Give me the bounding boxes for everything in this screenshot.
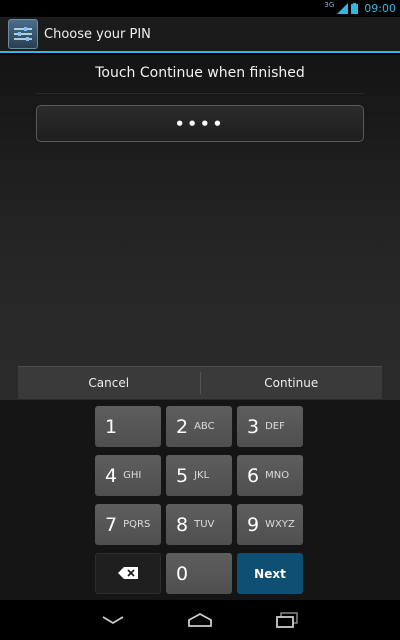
divider [36,93,364,94]
key-1[interactable]: 1 [95,406,161,447]
instruction-text: Touch Continue when finished [95,65,305,81]
home-icon[interactable] [180,605,220,635]
action-bar: Choose your PIN [0,17,400,53]
button-bar: Cancel Continue [18,366,382,399]
clock: 09:00 [364,2,396,15]
status-bar: 3G 09:00 [0,0,400,17]
pin-input[interactable]: •••• [36,105,364,142]
key-8[interactable]: 8 TUV [166,504,232,545]
key-4[interactable]: 4 GHI [95,455,161,496]
key-7[interactable]: 7 PQRS [95,504,161,545]
main-content: Touch Continue when finished •••• [0,55,400,400]
network-type: 3G [324,0,335,9]
numeric-keypad: 1 2 ABC 3 DEF 4 GHI 5 JKL 6 MNO 7 PQRS 8 TUV 9W… [0,400,400,600]
key-6[interactable]: 6 MNO [237,455,303,496]
cancel-button[interactable]: Cancel [18,367,200,399]
back-icon[interactable] [93,605,133,635]
backspace-key[interactable] [95,553,161,594]
key-9[interactable]: 9 WXYZ [237,504,303,545]
key-2[interactable]: 2 ABC [166,406,232,447]
key-0[interactable]: 0 [166,553,232,594]
page-title: Choose your PIN [44,26,151,42]
signal-icon [337,3,349,14]
recent-apps-icon[interactable] [267,605,307,635]
key-3[interactable]: 3 DEF [237,406,303,447]
key-5[interactable]: 5 JKL [166,455,232,496]
settings-sliders-icon[interactable] [8,19,38,49]
navigation-bar [0,600,400,640]
backspace-icon [118,564,138,583]
battery-icon [351,3,359,14]
next-key[interactable]: Next [237,553,303,594]
continue-button[interactable]: Continue [201,367,383,399]
